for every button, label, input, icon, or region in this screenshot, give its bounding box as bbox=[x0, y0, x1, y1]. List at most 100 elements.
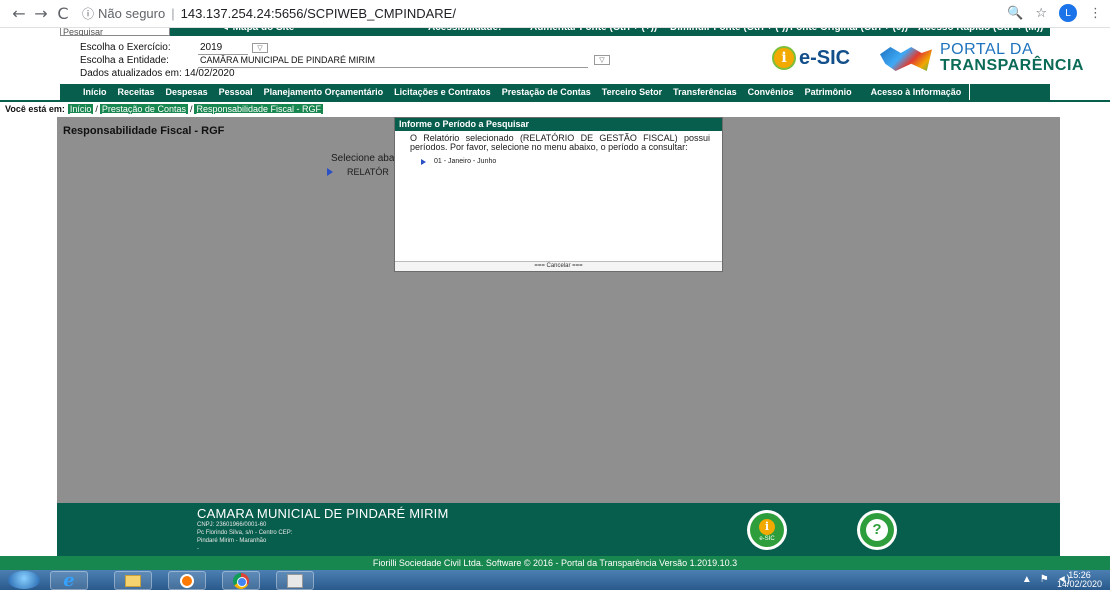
arrow-right-icon bbox=[327, 168, 333, 176]
nav-item[interactable]: Despesas bbox=[166, 87, 208, 97]
nav-item[interactable]: Terceiro Setor bbox=[602, 87, 662, 97]
accessibility-bar: Pesquisar ◄ Mapa do Site Acessibilidade: A… bbox=[60, 28, 1050, 36]
nav-item[interactable]: Início bbox=[83, 87, 107, 97]
nav-divider bbox=[0, 100, 1110, 102]
nav-item[interactable]: Receitas bbox=[118, 87, 155, 97]
year-label: Escolha o Exercício: bbox=[80, 42, 171, 53]
dialog-message: O Relatório selecionado (RELATÓRIO DE GE… bbox=[410, 133, 710, 152]
taskbar-media[interactable] bbox=[168, 571, 206, 590]
info-icon[interactable]: ⓘ bbox=[82, 5, 94, 22]
chrome-icon bbox=[233, 572, 249, 589]
year-dropdown-icon[interactable]: ▽ bbox=[252, 42, 268, 53]
forward-icon[interactable]: → bbox=[30, 4, 52, 23]
not-secure-label: Não seguro bbox=[98, 6, 166, 21]
year-select[interactable]: 2019 bbox=[198, 41, 248, 55]
media-player-icon bbox=[180, 573, 194, 588]
portal-title-line1: PORTAL DA bbox=[940, 41, 1034, 58]
portal-logo[interactable]: PORTAL DA TRANSPARÊNCIA bbox=[878, 42, 1084, 74]
footer-city: Pindaré Mirim - Maranhão bbox=[197, 538, 267, 544]
footer-credit: Fiorilli Sociedade Civil Ltda. Software … bbox=[0, 556, 1110, 570]
site-header: Escolha o Exercício: 2019 ▽ Escolha a En… bbox=[60, 36, 1083, 84]
nav-item[interactable]: Prestação de Contas bbox=[502, 87, 591, 97]
address-separator: | bbox=[171, 6, 175, 21]
screen: ← → C ⓘ Não seguro | 143.137.254.24:5656… bbox=[0, 0, 1110, 590]
dialog-title: Informe o Período a Pesquisar bbox=[395, 118, 722, 131]
entity-label: Escolha a Entidade: bbox=[80, 55, 169, 66]
report-link-text: RELATÓR bbox=[347, 167, 389, 177]
clock-date: 14/02/2020 bbox=[1056, 579, 1102, 589]
nav-item[interactable]: Pessoal bbox=[219, 87, 253, 97]
breadcrumb-label: Você está em: bbox=[5, 104, 65, 114]
footer-address: CNPJ: 23601966/0001-60 Pc Florindo Silva… bbox=[197, 521, 292, 553]
esic-icon: i bbox=[772, 46, 796, 70]
browser-actions: 🔍 ☆ L ⋮ bbox=[1007, 4, 1102, 22]
esic-text: e-SIC bbox=[799, 46, 851, 69]
taskbar-explorer[interactable] bbox=[114, 571, 152, 590]
esic-logo[interactable]: i e-SIC bbox=[772, 46, 850, 70]
nav-item[interactable]: Planejamento Orçamentário bbox=[264, 87, 384, 97]
breadcrumb-link[interactable]: Prestação de Contas bbox=[99, 104, 188, 114]
search-input[interactable]: Pesquisar bbox=[60, 28, 170, 36]
nav-item[interactable]: Licitações e Contratos bbox=[394, 87, 491, 97]
footer-cnpj: CNPJ: 23601966/0001-60 bbox=[197, 522, 267, 528]
snipping-tool-icon bbox=[287, 573, 303, 588]
action-center-icon[interactable]: ⚑ bbox=[1040, 574, 1049, 585]
taskbar-snipping[interactable] bbox=[276, 571, 314, 590]
back-icon[interactable]: ← bbox=[8, 4, 30, 23]
period-dialog: Informe o Período a Pesquisar O Relatóri… bbox=[394, 117, 723, 272]
footer-help-button[interactable]: ? bbox=[857, 510, 897, 550]
period-option-label: 01 - Janeiro - Junho bbox=[434, 158, 497, 165]
accessibility-link[interactable]: Acesso Rápido (Ctrl + (M)) bbox=[918, 28, 1043, 33]
portal-people-icon bbox=[878, 43, 934, 73]
windows-taskbar: e ▲ ⚑ ◄) 15:26 14/02/2020 bbox=[0, 570, 1110, 590]
nav-item[interactable]: Transferências bbox=[673, 87, 737, 97]
main-nav: Início Receitas Despesas Pessoal Planejament… bbox=[60, 84, 1050, 100]
taskbar-chrome[interactable] bbox=[222, 571, 260, 590]
nav-item-active[interactable]: Acesso à Informação bbox=[863, 84, 971, 100]
nav-item[interactable]: Patrimônio bbox=[805, 87, 852, 97]
period-option[interactable]: 01 - Janeiro - Junho bbox=[421, 158, 722, 165]
zoom-icon[interactable]: 🔍 bbox=[1007, 6, 1023, 21]
cancel-button[interactable]: === Cancelar === bbox=[395, 261, 722, 271]
accessibility-link[interactable]: Aumentar Fonte (Ctrl + (+)) bbox=[530, 28, 657, 33]
breadcrumb-link[interactable]: Responsabilidade Fiscal - RGF bbox=[194, 104, 324, 114]
reload-icon[interactable]: C bbox=[52, 4, 74, 23]
address-bar[interactable]: ⓘ Não seguro | 143.137.254.24:5656/SCPIW… bbox=[82, 5, 456, 22]
site-footer: CAMARA MUNICIAL DE PINDARÉ MIRIM CNPJ: 2… bbox=[57, 503, 1060, 556]
footer-esic-label: e-SIC bbox=[759, 535, 775, 542]
breadcrumb: Você está em: Início / Prestação de Contas… bbox=[5, 104, 324, 114]
footer-dash: - bbox=[197, 546, 199, 552]
breadcrumb-separator: / bbox=[95, 104, 98, 114]
footer-org-name: CAMARA MUNICIAL DE PINDARÉ MIRIM bbox=[197, 506, 449, 521]
profile-avatar[interactable]: L bbox=[1059, 4, 1077, 22]
accessibility-link[interactable]: Fonte Original (Ctrl + (0)) bbox=[790, 28, 908, 33]
breadcrumb-link[interactable]: Início bbox=[67, 104, 94, 114]
arrow-right-icon bbox=[421, 158, 426, 165]
accessibility-link[interactable]: Acessibilidade: bbox=[428, 28, 501, 33]
accessibility-link[interactable]: Diminuir Fonte (Ctrl + (-)) bbox=[670, 28, 789, 33]
start-button[interactable] bbox=[8, 571, 40, 589]
info-icon: i bbox=[759, 518, 775, 535]
ie-icon: e bbox=[63, 570, 75, 590]
footer-esic-button[interactable]: i e-SIC bbox=[747, 510, 787, 550]
footer-street: Pc Florindo Silva, s/n - Centro CEP: bbox=[197, 530, 293, 536]
accessibility-link[interactable]: ◄ Mapa do Site bbox=[220, 28, 294, 33]
browser-toolbar: ← → C ⓘ Não seguro | 143.137.254.24:5656… bbox=[0, 0, 1110, 28]
folder-icon bbox=[125, 574, 141, 587]
taskbar-ie[interactable]: e bbox=[50, 570, 88, 590]
menu-icon[interactable]: ⋮ bbox=[1089, 6, 1102, 21]
nav-item[interactable]: Convênios bbox=[748, 87, 794, 97]
tray-expand-icon[interactable]: ▲ bbox=[1022, 574, 1032, 585]
address-text[interactable]: 143.137.254.24:5656/SCPIWEB_CMPINDARE/ bbox=[181, 6, 456, 21]
breadcrumb-separator: / bbox=[189, 104, 193, 114]
report-link[interactable]: RELATÓR bbox=[327, 167, 389, 177]
entity-value: CAMÂRA MUNICIPAL DE PINDARÉ MIRIM bbox=[200, 54, 376, 65]
clock[interactable]: 15:26 14/02/2020 bbox=[1057, 571, 1102, 589]
help-icon: ? bbox=[866, 519, 888, 541]
entity-dropdown-icon[interactable]: ▽ bbox=[594, 54, 610, 65]
select-instruction: Selecione aba bbox=[331, 153, 395, 164]
filter-form: Escolha o Exercício: 2019 ▽ Escolha a En… bbox=[80, 41, 610, 80]
entity-select[interactable]: CAMÂRA MUNICIPAL DE PINDARÉ MIRIM ▽ bbox=[198, 54, 610, 68]
star-icon[interactable]: ☆ bbox=[1035, 6, 1047, 21]
portal-title-line2: TRANSPARÊNCIA bbox=[940, 57, 1084, 74]
